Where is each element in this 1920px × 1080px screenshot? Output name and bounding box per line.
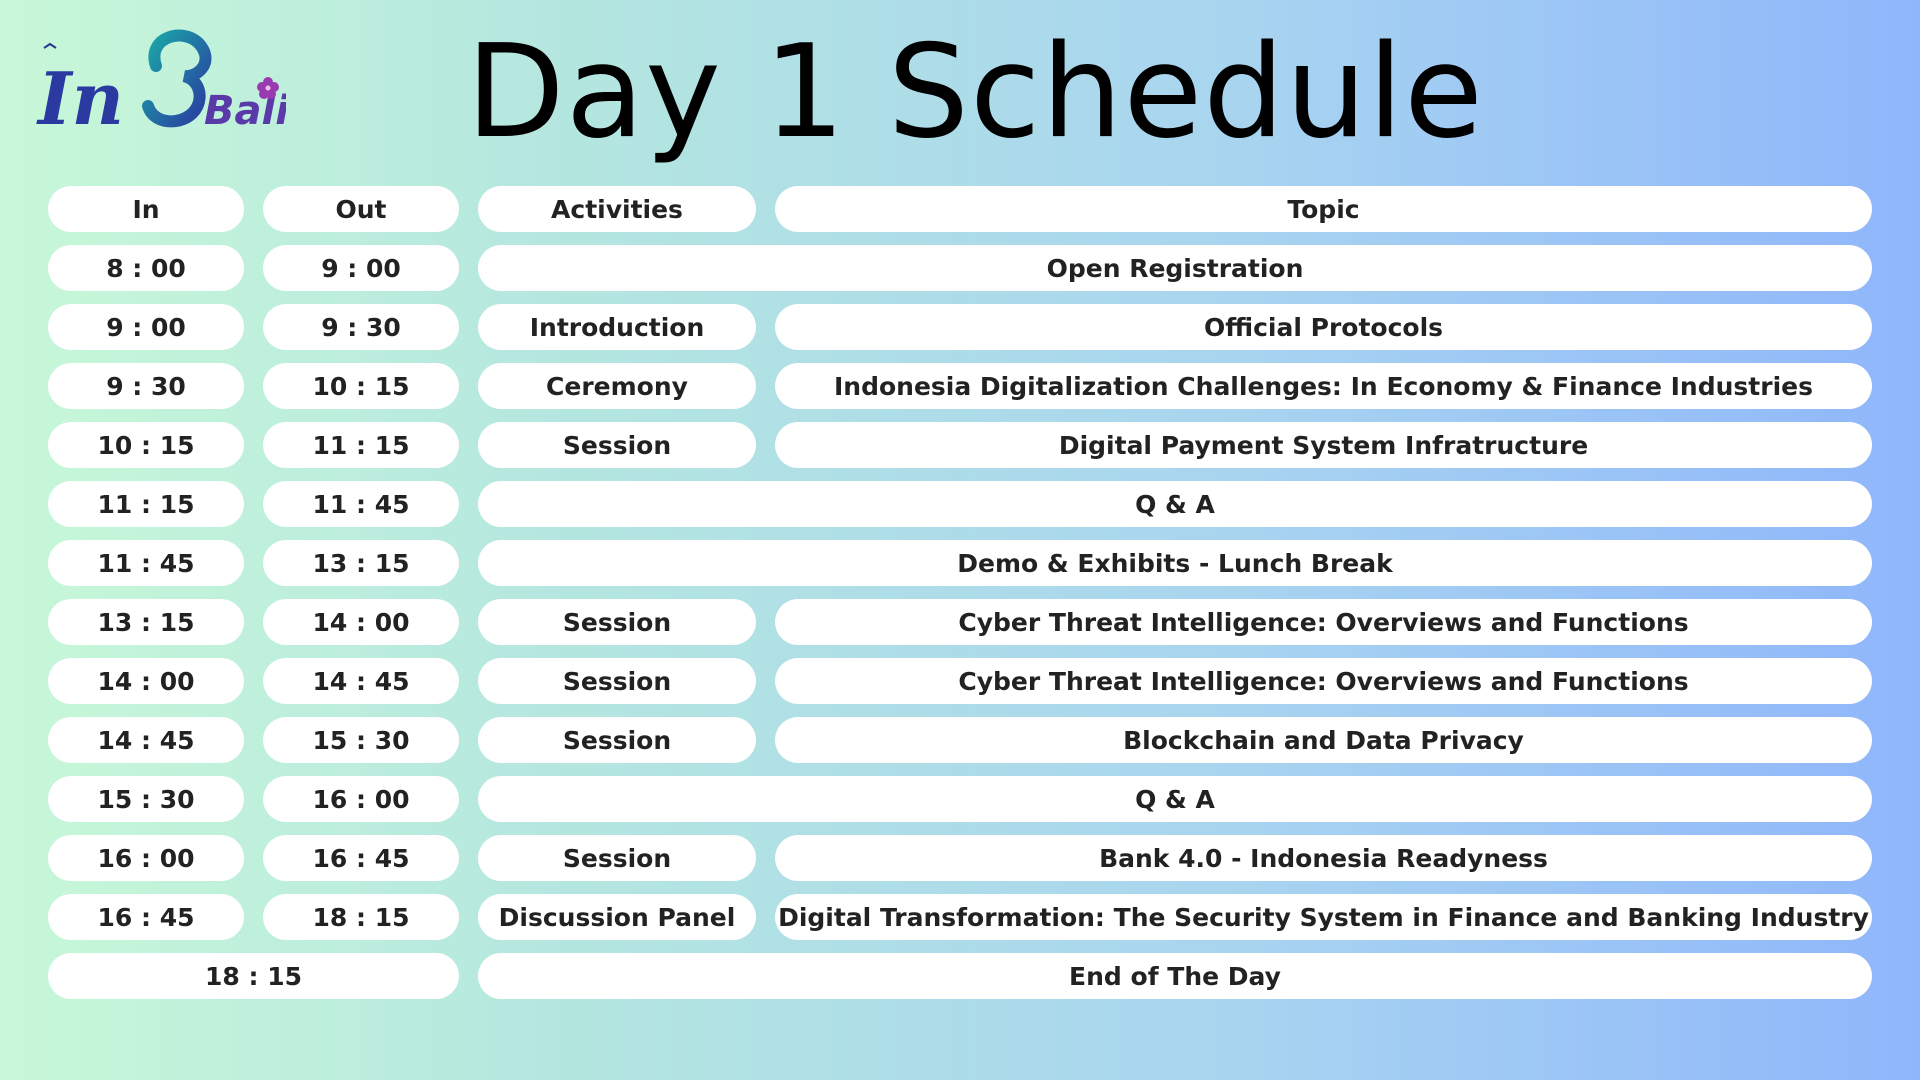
cell-out: 14 : 45 — [263, 658, 459, 704]
cell-topic: Open Registration — [478, 245, 1872, 291]
cell-topic: Q & A — [478, 481, 1872, 527]
cell-topic: Cyber Threat Intelligence: Overviews and… — [775, 658, 1872, 704]
cell-topic: Bank 4.0 - Indonesia Readyness — [775, 835, 1872, 881]
cell-out: 11 : 15 — [263, 422, 459, 468]
header-in: In — [48, 186, 244, 232]
cell-topic: Blockchain and Data Privacy — [775, 717, 1872, 763]
cell-activity: Session — [478, 717, 756, 763]
cell-out: 16 : 45 — [263, 835, 459, 881]
cell-activity: Ceremony — [478, 363, 756, 409]
header-activities: Activities — [478, 186, 756, 232]
cell-topic: Cyber Threat Intelligence: Overviews and… — [775, 599, 1872, 645]
cell-activity: Session — [478, 599, 756, 645]
cell-in: 13 : 15 — [48, 599, 244, 645]
cell-activity: Discussion Panel — [478, 894, 756, 940]
cell-in: 14 : 45 — [48, 717, 244, 763]
cell-out: 15 : 30 — [263, 717, 459, 763]
cell-topic: Official Protocols — [775, 304, 1872, 350]
cell-activity: Session — [478, 835, 756, 881]
cell-topic: Digital Transformation: The Security Sys… — [775, 894, 1872, 940]
header-out: Out — [263, 186, 459, 232]
cell-in: 16 : 00 — [48, 835, 244, 881]
cell-topic: Demo & Exhibits - Lunch Break — [478, 540, 1872, 586]
cell-in: 16 : 45 — [48, 894, 244, 940]
cell-in: 9 : 30 — [48, 363, 244, 409]
cell-in: 8 : 00 — [48, 245, 244, 291]
cell-topic: End of The Day — [478, 953, 1872, 999]
cell-out: 18 : 15 — [263, 894, 459, 940]
cell-in: 11 : 45 — [48, 540, 244, 586]
cell-out: 13 : 15 — [263, 540, 459, 586]
cell-in: 9 : 00 — [48, 304, 244, 350]
cell-activity: Session — [478, 658, 756, 704]
cell-out: 10 : 15 — [263, 363, 459, 409]
cell-topic: Q & A — [478, 776, 1872, 822]
cell-out: 9 : 00 — [263, 245, 459, 291]
cell-topic: Indonesia Digitalization Challenges: In … — [775, 363, 1872, 409]
cell-in: 15 : 30 — [48, 776, 244, 822]
cell-in: 11 : 15 — [48, 481, 244, 527]
cell-out: 14 : 00 — [263, 599, 459, 645]
cell-out: 11 : 45 — [263, 481, 459, 527]
cell-in: 10 : 15 — [48, 422, 244, 468]
cell-activity: Introduction — [478, 304, 756, 350]
page-title: Day 1 Schedule — [466, 18, 1484, 167]
cell-activity: Session — [478, 422, 756, 468]
cell-out: 9 : 30 — [263, 304, 459, 350]
cell-in: 18 : 15 — [48, 953, 459, 999]
cell-topic: Digital Payment System Infratructure — [775, 422, 1872, 468]
header-topic: Topic — [775, 186, 1872, 232]
cell-in: 14 : 00 — [48, 658, 244, 704]
cell-out: 16 : 00 — [263, 776, 459, 822]
